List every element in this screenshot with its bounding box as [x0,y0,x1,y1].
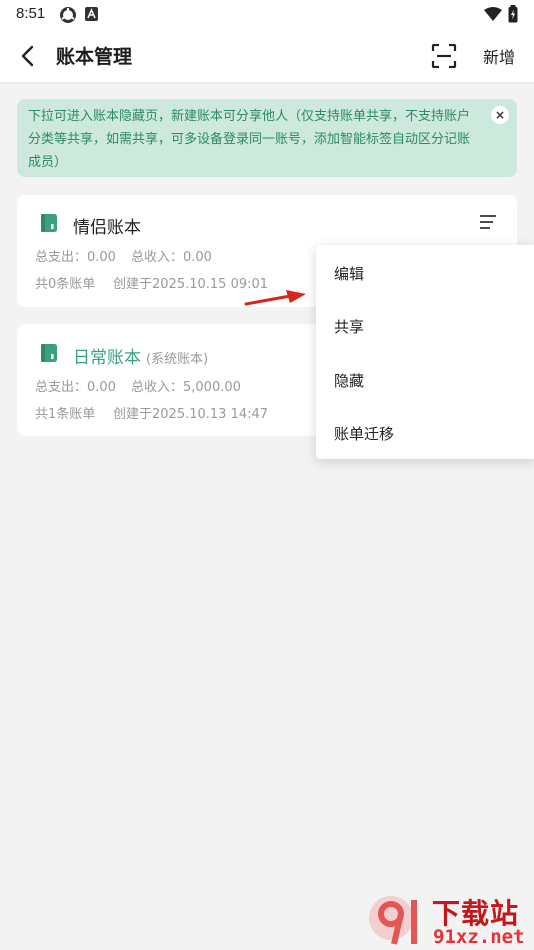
page-title: 账本管理 [56,46,133,68]
book-name-text: 日常账本 [73,348,141,368]
book-icon [41,214,57,232]
menu-item-migrate[interactable]: 账单迁移 [334,423,394,444]
total-income: 总收入：0.00 [131,250,212,265]
notice-text: 下拉可进入账本隐藏页，新建账本可分享他人（仅支持账单共享，不支持账户分类等共享，… [28,109,471,170]
wifi-icon [484,7,502,21]
total-expense: 总支出：0.00 [35,380,116,395]
book-name: 日常账本 (系统账本) [73,343,208,368]
total-expense: 总支出：0.00 [35,250,116,265]
back-icon[interactable] [14,42,42,70]
book-icon [41,344,57,362]
book-options-menu: 编辑 共享 隐藏 账单迁移 [316,245,534,459]
battery-icon [508,5,518,23]
annotation-arrow [244,290,306,306]
created-date: 创建于2025.10.13 14:47 [113,407,269,422]
book-name-text: 情侣账本 [73,218,141,238]
scan-icon[interactable] [431,43,457,69]
menu-item-share[interactable]: 共享 [334,316,364,337]
book-name: 情侣账本 [73,213,141,238]
bill-count: 共1条账单 [35,407,96,422]
notice-banner: 下拉可进入账本隐藏页，新建账本可分享他人（仅支持账单共享，不支持账户分类等共享，… [17,99,517,177]
watermark-url: 91xz.net [433,926,525,948]
settings-status-icon [60,7,76,23]
menu-icon[interactable] [480,215,496,229]
menu-item-edit[interactable]: 编辑 [334,263,364,284]
app-bar: 账本管理 新增 [0,30,534,82]
close-icon[interactable]: × [491,106,509,124]
system-book-tag: (系统账本) [146,352,209,367]
app-status-icon [85,7,98,21]
bill-count: 共0条账单 [35,277,96,292]
menu-item-hide[interactable]: 隐藏 [334,370,364,391]
status-bar: 8:51 [0,0,534,30]
total-income: 总收入：5,000.00 [131,380,241,395]
add-book-button[interactable]: 新增 [483,44,515,68]
status-time: 8:51 [16,5,46,22]
